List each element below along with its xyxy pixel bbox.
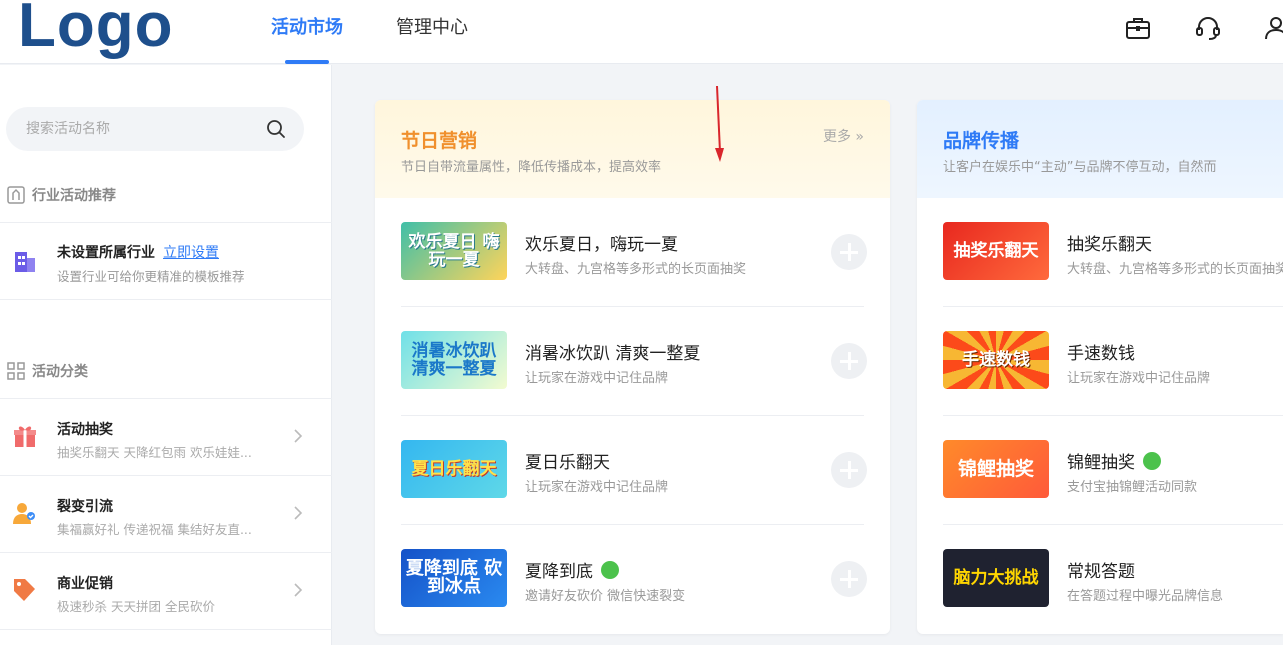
category-section-title: 活动分类 <box>6 361 88 381</box>
thumbnail: 消暑冰饮趴 清爽一整夏 <box>401 331 507 389</box>
list-item[interactable]: 夏日乐翻天 夏日乐翻天 让玩家在游戏中记住品牌 <box>401 416 867 525</box>
add-button[interactable] <box>831 343 867 379</box>
industry-setting: 未设置所属行业 立即设置 设置行业可给你更精准的模板推荐 <box>12 240 322 288</box>
industry-section-title: 行业活动推荐 <box>6 185 116 205</box>
tab-activity-market[interactable]: 活动市场 <box>271 16 343 40</box>
building-outline-icon <box>7 186 25 204</box>
add-button[interactable] <box>831 452 867 488</box>
top-header: Logo 活动市场 管理中心 <box>0 0 1283 64</box>
card-subtitle: 让客户在娱乐中“主动”与品牌不停互动，自然而 <box>943 160 1217 175</box>
set-industry-link[interactable]: 立即设置 <box>163 245 219 261</box>
divider <box>0 629 332 630</box>
thumbnail: 抽奖乐翻天 <box>943 222 1049 280</box>
thumbnail: 夏降到底 砍到冰点 <box>401 549 507 607</box>
list-item[interactable]: 夏降到底 砍到冰点 夏降到底 邀请好友砍价 微信快速裂变 <box>401 525 867 634</box>
chevron-right-icon <box>294 506 303 520</box>
search-box <box>6 107 304 151</box>
users-icon <box>13 503 35 524</box>
logo[interactable]: Logo <box>18 0 174 62</box>
thumbnail: 手速数钱 <box>943 331 1049 389</box>
tag-icon <box>14 579 35 601</box>
thumbnail: 夏日乐翻天 <box>401 440 507 498</box>
category-promotion[interactable]: 商业促销 极速秒杀 天天拼团 全民砍价 <box>0 553 332 629</box>
user-icon[interactable] <box>1262 14 1283 42</box>
list-item[interactable]: 欢乐夏日 嗨玩一夏 欢乐夏日，嗨玩一夏 大转盘、九宫格等多形式的长页面抽奖 <box>401 198 867 307</box>
divider <box>0 222 332 223</box>
divider <box>0 299 332 300</box>
tab-management-center[interactable]: 管理中心 <box>396 16 468 40</box>
thumbnail: 锦鲤抽奖 <box>943 440 1049 498</box>
gift-icon <box>14 426 36 447</box>
more-link[interactable]: 更多 » <box>823 126 864 146</box>
category-fission[interactable]: 裂变引流 集福赢好礼 传递祝福 集结好友直... <box>0 476 332 552</box>
industry-desc: 设置行业可给你更精准的模板推荐 <box>57 269 245 284</box>
category-lottery[interactable]: 活动抽奖 抽奖乐翻天 天降红包雨 欢乐娃娃... <box>0 399 332 475</box>
double-chevron-right-icon: » <box>855 129 864 145</box>
chevron-right-icon <box>294 429 303 443</box>
card-header: 品牌传播 让客户在娱乐中“主动”与品牌不停互动，自然而 <box>917 100 1283 198</box>
card-title: 品牌传播 <box>943 130 1020 152</box>
chevron-right-icon <box>294 583 303 597</box>
mini-program-icon <box>1143 451 1161 470</box>
card-subtitle: 节日自带流量属性，降低传播成本，提高效率 <box>401 160 662 175</box>
briefcase-icon[interactable] <box>1124 14 1152 42</box>
mini-program-icon <box>601 560 619 579</box>
search-icon[interactable] <box>266 119 286 139</box>
list-item[interactable]: 手速数钱 手速数钱 让玩家在游戏中记住品牌 <box>943 307 1283 416</box>
headset-icon[interactable] <box>1194 14 1222 42</box>
red-arrow-annotation <box>715 86 724 162</box>
search-input[interactable] <box>26 107 256 151</box>
list-item[interactable]: 抽奖乐翻天 抽奖乐翻天 大转盘、九宫格等多形式的长页面抽奖 <box>943 198 1283 307</box>
thumbnail: 欢乐夏日 嗨玩一夏 <box>401 222 507 280</box>
grid-icon <box>7 362 25 380</box>
thumbnail: 脑力大挑战 <box>943 549 1049 607</box>
list-item[interactable]: 消暑冰饮趴 清爽一整夏 消暑冰饮趴 清爽一整夏 让玩家在游戏中记住品牌 <box>401 307 867 416</box>
add-button[interactable] <box>831 234 867 270</box>
active-tab-underline <box>285 60 329 64</box>
list-item[interactable]: 脑力大挑战 常规答题 在答题过程中曝光品牌信息 <box>943 525 1283 634</box>
card-title: 节日营销 <box>401 130 478 152</box>
card-brand-communication: 品牌传播 让客户在娱乐中“主动”与品牌不停互动，自然而 抽奖乐翻天 抽奖乐翻天 … <box>917 100 1283 634</box>
card-festival-marketing: 节日营销 节日自带流量属性，降低传播成本，提高效率 更多 » 欢乐夏日 嗨玩一夏… <box>375 100 890 634</box>
industry-title: 未设置所属行业 立即设置 <box>57 245 219 261</box>
building-icon <box>15 252 35 272</box>
sidebar: 行业活动推荐 未设置所属行业立即设置 设置行业可给你更精准的模板推荐 活动分类 <box>0 65 332 645</box>
add-button[interactable] <box>831 561 867 597</box>
list-item[interactable]: 锦鲤抽奖 锦鲤抽奖 支付宝抽锦鲤活动同款 <box>943 416 1283 525</box>
card-header: 节日营销 节日自带流量属性，降低传播成本，提高效率 更多 » <box>375 100 890 198</box>
